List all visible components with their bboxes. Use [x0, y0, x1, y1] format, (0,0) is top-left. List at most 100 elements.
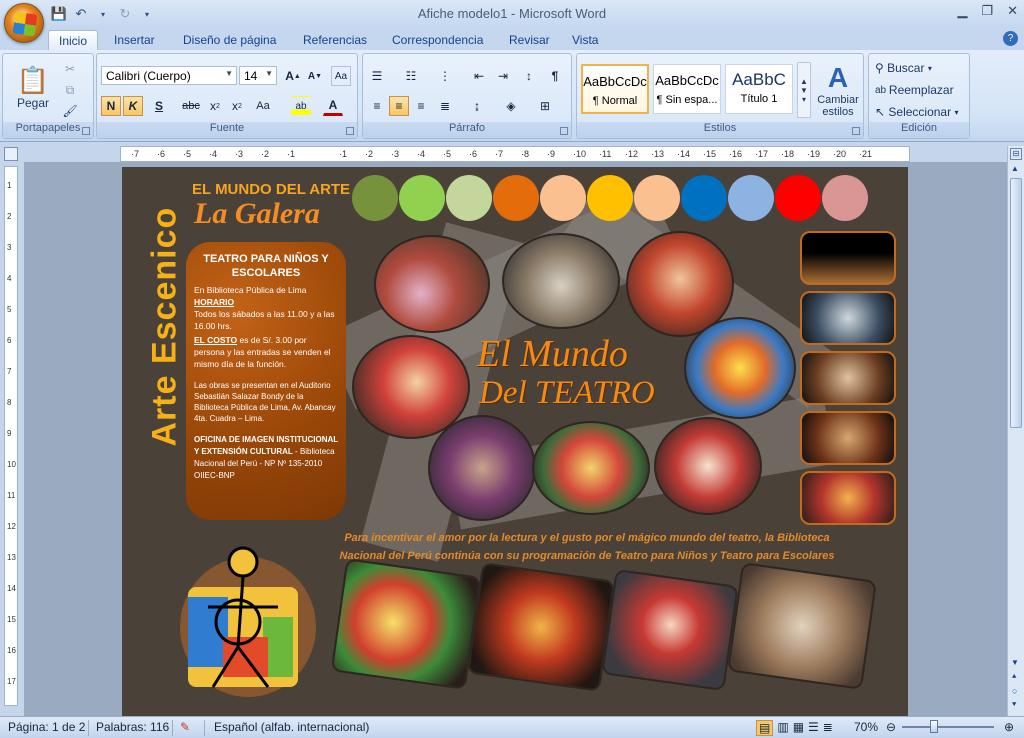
font-size-combo[interactable]: 14 ▼: [239, 66, 277, 85]
show-marks-icon[interactable]: ¶: [545, 66, 565, 86]
divider: [172, 720, 173, 736]
styles-launcher-icon[interactable]: [852, 127, 860, 135]
previous-page-icon[interactable]: ⯅: [1011, 672, 1017, 682]
full-screen-reading-icon[interactable]: ▥: [777, 720, 788, 736]
photo-thumb: [330, 558, 482, 690]
cursor-icon: ↖: [875, 105, 889, 119]
paragraph-launcher-icon[interactable]: [560, 127, 568, 135]
format-painter-icon[interactable]: 🖌: [61, 102, 79, 120]
photo-thumb: [800, 411, 896, 465]
restore-icon[interactable]: ❐: [981, 3, 993, 19]
zoom-out-icon[interactable]: ⊖: [886, 720, 896, 734]
multilevel-list-icon[interactable]: ⋮: [435, 66, 455, 86]
photo-circle: [374, 235, 490, 333]
palette-swatch: [728, 175, 774, 221]
line-spacing-icon[interactable]: ↨: [467, 96, 487, 116]
poster-page[interactable]: Arte Escenico EL MUNDO DEL ARTE La Galer…: [122, 167, 908, 716]
vertical-scrollbar[interactable]: ⊟ ▲ ▼ ⯅ ○ ⯆: [1007, 146, 1024, 718]
styles-scroll[interactable]: ▲ ▼ ▾: [797, 62, 811, 118]
word-count[interactable]: Palabras: 116: [96, 720, 169, 734]
font-name-combo[interactable]: Calibri (Cuerpo) ▼: [101, 66, 237, 85]
info-lugar: Las obras se presentan en el Auditorio S…: [194, 381, 336, 423]
change-case-button[interactable]: Aa: [253, 96, 273, 116]
scroll-thumb[interactable]: [1010, 178, 1022, 428]
ruler-tick-label: 10: [7, 460, 16, 469]
ruler-tick-label: 4: [7, 274, 12, 283]
outline-icon[interactable]: ☰: [808, 720, 819, 736]
clear-format-icon[interactable]: Aa: [331, 66, 351, 86]
align-right-icon[interactable]: ≡: [411, 96, 431, 116]
shrink-font-icon[interactable]: A ▼: [305, 66, 325, 86]
subscript-button[interactable]: x2: [205, 96, 225, 116]
shading-icon[interactable]: ◈: [501, 96, 521, 116]
replace-button[interactable]: ab Reemplazar: [875, 81, 954, 99]
font-launcher-icon[interactable]: [346, 127, 354, 135]
tab-referencias[interactable]: Referencias: [293, 30, 377, 50]
draft-icon[interactable]: ≣: [823, 720, 833, 736]
increase-indent-icon[interactable]: ⇥: [493, 66, 513, 86]
spelling-check-icon[interactable]: ✎: [180, 720, 190, 734]
paste-button[interactable]: 📋 Pegar: [13, 58, 53, 116]
editing-group-label: Edición: [869, 122, 969, 138]
strikethrough-button[interactable]: abc: [181, 96, 201, 116]
tab-diseno-pagina[interactable]: Diseño de página: [173, 30, 286, 50]
tab-inicio[interactable]: Inicio: [48, 30, 99, 50]
superscript-button[interactable]: x2: [227, 96, 247, 116]
language-indicator[interactable]: Español (alfab. internacional): [214, 720, 369, 734]
bold-button[interactable]: N: [101, 96, 121, 116]
numbering-icon[interactable]: ☷: [401, 66, 421, 86]
paste-icon: 📋: [16, 64, 50, 95]
clipboard-launcher-icon[interactable]: [82, 127, 90, 135]
next-page-icon[interactable]: ⯆: [1011, 700, 1017, 710]
style-titulo-1[interactable]: AaBbC Título 1: [725, 64, 793, 114]
vertical-ruler[interactable]: 1 2 3 4 5 6 7 8 9 10 11 12 13 14 15 16 17: [4, 166, 18, 706]
find-button[interactable]: ⚲ Buscar ▾: [875, 59, 932, 77]
page-count[interactable]: Página: 1 de 2: [8, 720, 85, 734]
zoom-in-icon[interactable]: ⊕: [1004, 720, 1014, 734]
photo-circle: [428, 415, 536, 521]
borders-icon[interactable]: ⊞: [535, 96, 555, 116]
style-normal[interactable]: AaBbCcDc ¶ Normal: [581, 64, 649, 114]
cut-icon[interactable]: ✂: [61, 60, 79, 78]
tab-insertar[interactable]: Insertar: [104, 30, 165, 50]
help-icon[interactable]: ?: [1003, 31, 1018, 46]
bullets-icon[interactable]: ☰: [367, 66, 387, 86]
scroll-up-icon[interactable]: ▲: [1011, 164, 1019, 173]
office-button[interactable]: [4, 3, 44, 43]
decrease-indent-icon[interactable]: ⇤: [469, 66, 489, 86]
tab-vista[interactable]: Vista: [562, 30, 608, 50]
font-color-icon[interactable]: A: [323, 96, 343, 116]
print-layout-icon[interactable]: ▤: [756, 720, 774, 736]
zoom-slider-thumb[interactable]: [930, 720, 938, 733]
style-sin-espaciado[interactable]: AaBbCcDc ¶ Sin espa...: [653, 64, 721, 114]
highlight-icon[interactable]: ab: [291, 96, 311, 116]
align-left-icon[interactable]: ≡: [367, 96, 387, 116]
copy-icon[interactable]: ⧉: [61, 81, 79, 99]
align-center-icon[interactable]: ≡: [389, 96, 409, 116]
ruler-view-icon[interactable]: ⊟: [1010, 148, 1022, 160]
justify-icon[interactable]: ≣: [435, 96, 455, 116]
tab-correspondencia[interactable]: Correspondencia: [382, 30, 493, 50]
find-label: Buscar: [887, 61, 925, 75]
select-button[interactable]: ↖ Seleccionar ▾: [875, 103, 958, 121]
web-layout-icon[interactable]: ▦: [793, 720, 804, 736]
sort-icon[interactable]: ↕: [519, 66, 539, 86]
zoom-slider-track[interactable]: [902, 726, 994, 728]
minimize-icon[interactable]: ▁: [957, 3, 967, 19]
clipboard-group-label: Portapapeles: [3, 122, 93, 138]
tab-revisar[interactable]: Revisar: [499, 30, 560, 50]
scroll-down-icon[interactable]: ▼: [1011, 658, 1019, 667]
horizontal-ruler[interactable]: ·7 ·6 ·5 ·4 ·3 ·2 ·1 ·1 ·2 ·3 ·4 ·5 ·6 ·7 ·8 ·9 ·10 ·11 ·1…: [120, 146, 910, 162]
close-icon[interactable]: ✕: [1007, 3, 1018, 19]
change-styles-button[interactable]: A Cambiar estilos: [815, 58, 861, 122]
editing-group: ⚲ Buscar ▾ ab Reemplazar ↖ Seleccionar ▾…: [868, 53, 970, 139]
browse-object-icon[interactable]: ○: [1012, 686, 1017, 696]
ruler-tab-selector[interactable]: [4, 147, 18, 161]
underline-button[interactable]: S: [149, 96, 169, 116]
chevron-down-icon: ▼: [225, 69, 233, 78]
italic-button[interactable]: K: [123, 96, 143, 116]
zoom-level[interactable]: 70%: [854, 720, 878, 734]
document-area[interactable]: Arte Escenico EL MUNDO DEL ARTE La Galer…: [24, 162, 1007, 716]
grow-font-icon[interactable]: A ▲: [283, 66, 303, 86]
info-oficina: OFICINA DE IMAGEN INSTITUCIONAL Y EXTENS…: [194, 434, 338, 482]
